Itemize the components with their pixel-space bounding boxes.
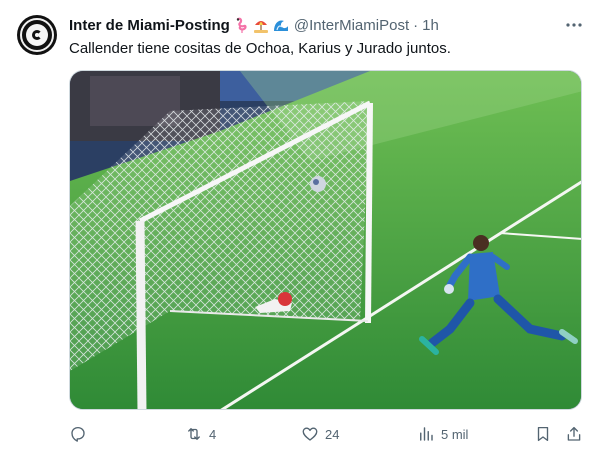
- retweet-icon: [188, 428, 200, 440]
- bookmark-button[interactable]: [534, 420, 552, 448]
- heart-icon: [302, 427, 318, 441]
- like-count: 24: [325, 426, 340, 442]
- reply-icon: [71, 426, 85, 442]
- crest-ring: [20, 18, 54, 52]
- share-icon: [567, 426, 581, 441]
- separator-dot: ·: [413, 16, 419, 34]
- more-horizontal-icon: [566, 23, 582, 27]
- wave-emoji-icon: [272, 16, 290, 34]
- handle[interactable]: @InterMiamiPost: [294, 17, 409, 34]
- views-icon: [420, 427, 433, 441]
- avatar[interactable]: [17, 15, 57, 55]
- reply-button[interactable]: [69, 420, 93, 448]
- share-button[interactable]: [565, 420, 583, 448]
- tweet-card[interactable]: Inter de Miami-Posting @InterMiamiPost ·…: [0, 0, 616, 463]
- tweet-photo[interactable]: [69, 70, 582, 410]
- timestamp[interactable]: 1h: [422, 17, 439, 34]
- bookmark-icon: [537, 426, 549, 442]
- tweet-header: Inter de Miami-Posting @InterMiamiPost ·…: [69, 15, 439, 35]
- retweet-button[interactable]: 4: [185, 420, 216, 448]
- beach-umbrella-emoji-icon: [252, 16, 270, 34]
- crest-icon: [26, 24, 48, 46]
- like-button[interactable]: 24: [301, 420, 339, 448]
- views-count: 5 mil: [441, 426, 469, 442]
- tweet-text: Callender tiene cositas de Ochoa, Karius…: [69, 40, 451, 57]
- display-name[interactable]: Inter de Miami-Posting: [69, 17, 230, 34]
- views-button[interactable]: 5 mil: [417, 420, 468, 448]
- retweet-count: 4: [209, 426, 217, 442]
- flamingo-emoji-icon: [232, 16, 250, 34]
- soccer-goal-photo: [70, 71, 581, 409]
- more-options-button[interactable]: [563, 14, 585, 36]
- action-bar: 4 24 5 mil: [69, 420, 585, 448]
